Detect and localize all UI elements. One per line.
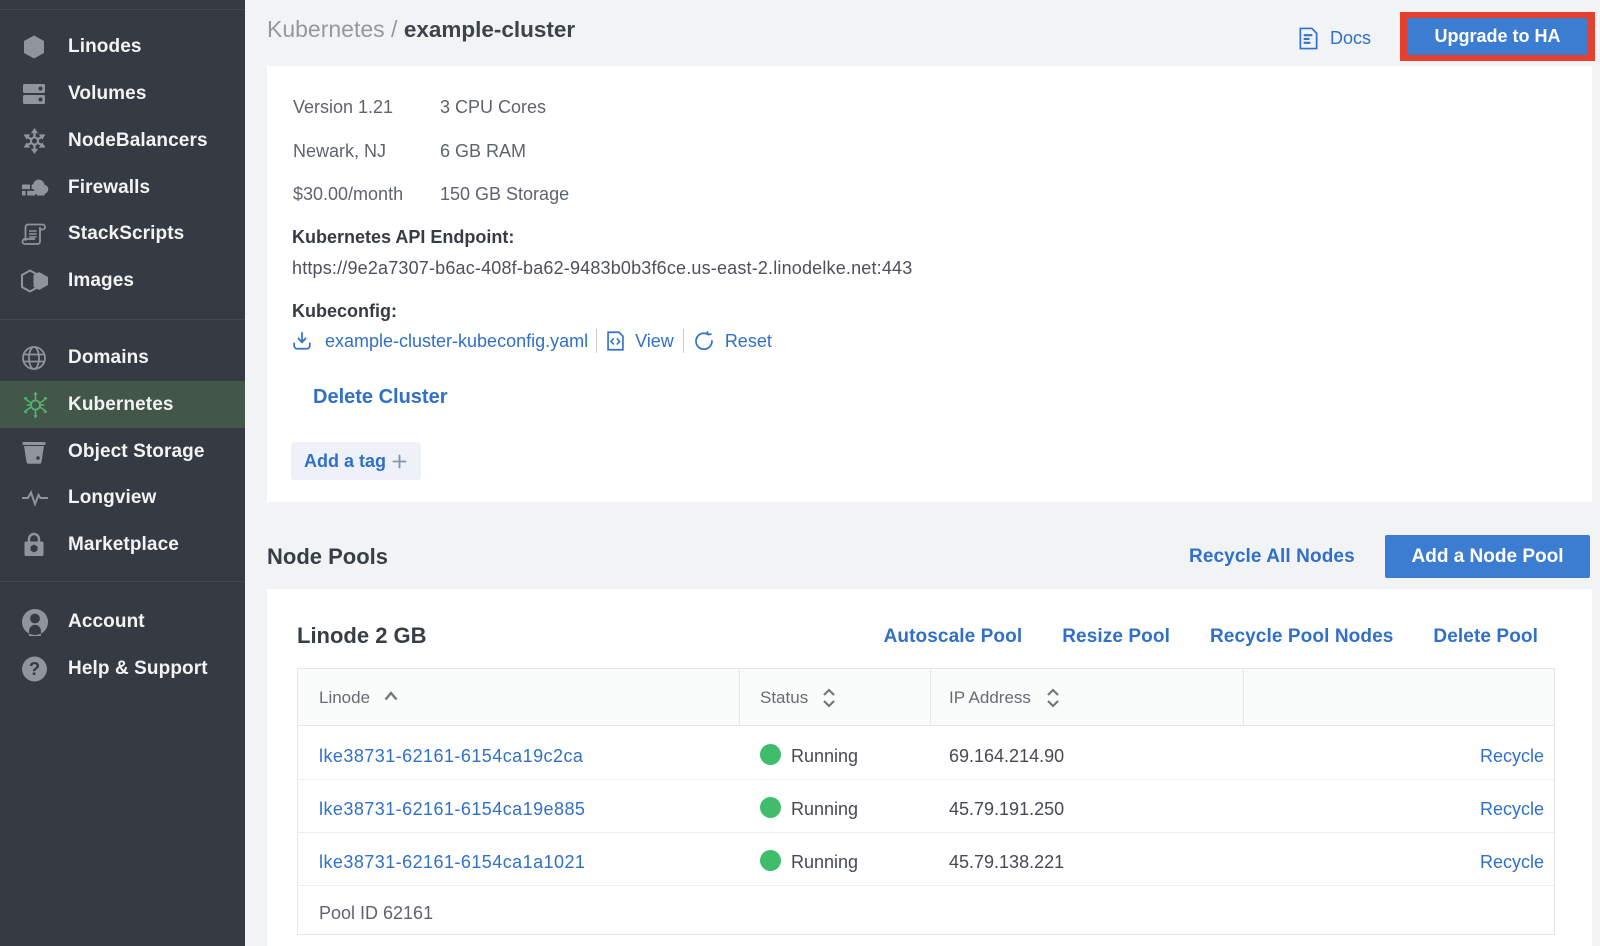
svg-text:?: ? (29, 658, 40, 679)
